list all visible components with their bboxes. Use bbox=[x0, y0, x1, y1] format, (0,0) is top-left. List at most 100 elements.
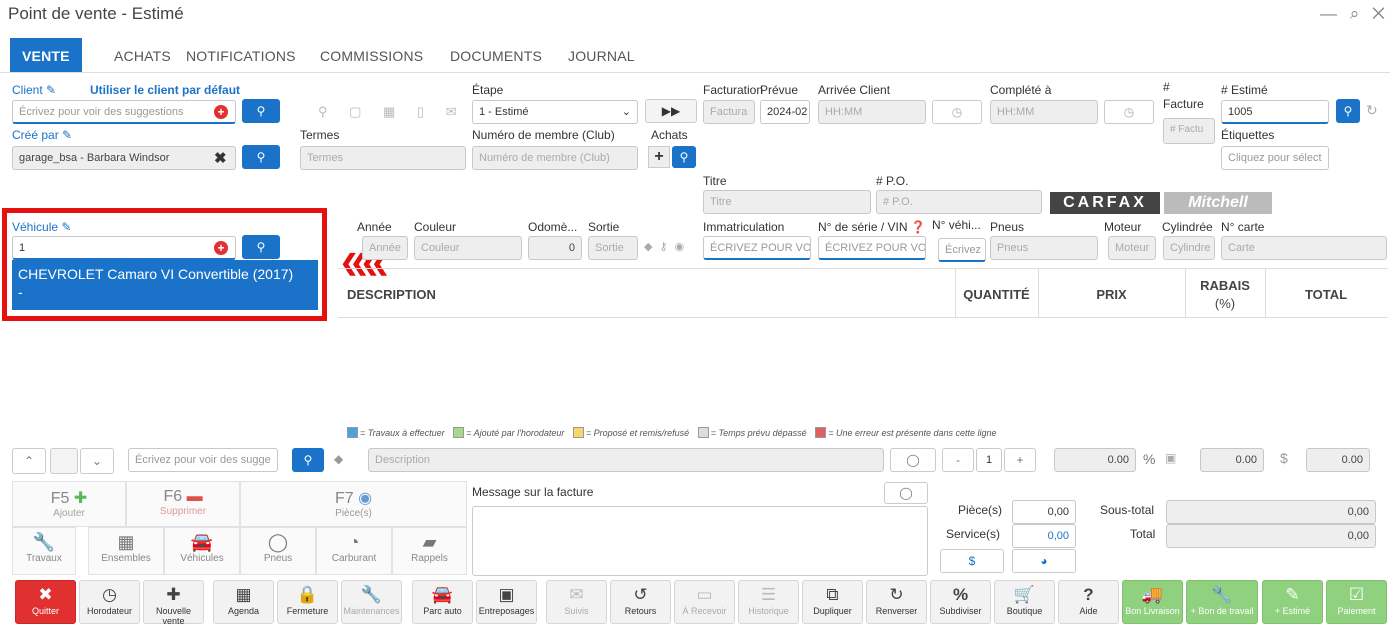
time-clock-button[interactable]: ◷ Horodateur bbox=[79, 580, 140, 624]
tags-select[interactable]: Cliquez pour sélect bbox=[1221, 146, 1329, 170]
odometer-input[interactable]: 0 bbox=[528, 236, 582, 260]
qty-minus-button[interactable]: - bbox=[942, 448, 974, 472]
arrival-clock-button[interactable]: ◷ bbox=[932, 100, 982, 124]
carfax-logo[interactable]: CARFAX bbox=[1050, 192, 1160, 214]
price-input[interactable]: 0.00 bbox=[1054, 448, 1136, 472]
line-search-input[interactable]: Écrivez pour voir des sugge bbox=[128, 448, 278, 472]
quit-button[interactable]: ✖ Quitter bbox=[15, 580, 76, 624]
completed-time-input[interactable]: HH:MM bbox=[990, 100, 1098, 124]
client-label[interactable]: Client ✎ bbox=[12, 83, 56, 97]
add-client-icon[interactable]: + bbox=[214, 105, 228, 119]
edit-icon[interactable]: ✎ bbox=[62, 128, 72, 142]
tab-documents[interactable]: DOCUMENTS bbox=[450, 38, 542, 72]
exit-input[interactable]: Sortie bbox=[588, 236, 638, 260]
split-button[interactable]: % Subdiviser bbox=[930, 580, 991, 624]
tab-vente[interactable]: VENTE bbox=[10, 38, 82, 72]
calendar-button[interactable]: ▦ Agenda bbox=[213, 580, 274, 624]
qty-input[interactable]: 1 bbox=[976, 448, 1002, 472]
col-discount[interactable]: RABAIS (%) bbox=[1185, 277, 1265, 313]
purchase-search-button[interactable]: ⚲ bbox=[672, 146, 696, 168]
work-button[interactable]: 🔧 Travaux bbox=[12, 527, 76, 575]
add-purchase-button[interactable]: + bbox=[648, 146, 670, 168]
mitchell-logo[interactable]: Mitchell bbox=[1164, 192, 1272, 214]
new-sale-button[interactable]: ✚ Nouvelle vente bbox=[143, 580, 204, 626]
money-icon[interactable]: ▣ bbox=[1165, 451, 1176, 465]
comment-button[interactable]: ◯ bbox=[890, 448, 936, 472]
fleet-button[interactable]: 🚘 Parc auto bbox=[412, 580, 473, 624]
color-input[interactable]: Couleur bbox=[414, 236, 522, 260]
tab-notifications[interactable]: NOTIFICATIONS bbox=[186, 38, 296, 72]
fuel-button[interactable]: ◔ Carburant bbox=[316, 527, 392, 575]
col-description[interactable]: DESCRIPTION bbox=[347, 287, 436, 302]
col-price[interactable]: PRIX bbox=[1038, 287, 1185, 302]
line-total-input[interactable]: 0.00 bbox=[1306, 448, 1370, 472]
storage-button[interactable]: ▣ Entreposages bbox=[476, 580, 537, 624]
estimate-search-button[interactable]: ⚲ bbox=[1336, 99, 1360, 123]
plate-input[interactable]: ÉCRIVEZ POUR VO bbox=[703, 236, 811, 260]
billing-input[interactable]: Factura bbox=[703, 100, 755, 124]
vin-input[interactable]: ÉCRIVEZ POUR VO bbox=[818, 236, 926, 260]
f7-parts-button[interactable]: F7 ◉ Pièce(s) bbox=[240, 481, 467, 527]
vehicles-button[interactable]: 🚘 Véhicules bbox=[164, 527, 240, 575]
created-by-search-button[interactable]: ⚲ bbox=[242, 145, 280, 169]
tag-icon[interactable]: ◆ bbox=[334, 452, 343, 466]
help-icon[interactable]: ❓ bbox=[911, 220, 926, 234]
tag-key-eye-icons[interactable]: ◆ ⚷ ◉ bbox=[644, 240, 686, 253]
card-input[interactable]: Carte bbox=[1221, 236, 1387, 260]
help-button[interactable]: ? Aide bbox=[1058, 580, 1119, 624]
tires-button[interactable]: ◯ Pneus bbox=[240, 527, 316, 575]
vehicle-number-input[interactable]: Écrivez bbox=[938, 238, 986, 262]
recalls-button[interactable]: ▰ Rappels bbox=[392, 527, 467, 575]
work-order-button[interactable]: 🔧 + Bon de travail bbox=[1186, 580, 1258, 624]
line-search-button[interactable]: ⚲ bbox=[292, 448, 324, 472]
qty-plus-button[interactable]: + bbox=[1004, 448, 1036, 472]
move-up-button[interactable]: ⌃ bbox=[12, 448, 46, 474]
move-down-button[interactable]: ⌄ bbox=[80, 448, 114, 474]
percent-icon[interactable]: % bbox=[1143, 451, 1155, 467]
follow-up-button[interactable]: ✉ Suivis bbox=[546, 580, 607, 624]
closing-button[interactable]: 🔒 Fermeture bbox=[277, 580, 338, 624]
discount-input[interactable]: 0.00 bbox=[1200, 448, 1264, 472]
tab-achats[interactable]: ACHATS bbox=[114, 38, 171, 72]
client-search-button[interactable]: ⚲ bbox=[242, 99, 280, 123]
reverse-button[interactable]: ↻ Renverser bbox=[866, 580, 927, 624]
estimate-button[interactable]: ✎ + Estimé bbox=[1262, 580, 1323, 624]
client-tools-icons[interactable]: ⚲ ▢ ▦ ▯ ✉ bbox=[318, 104, 466, 120]
col-total[interactable]: TOTAL bbox=[1265, 287, 1387, 302]
shop-button[interactable]: 🛒 Boutique bbox=[994, 580, 1055, 624]
dollar-icon[interactable]: $ bbox=[1280, 450, 1288, 466]
tab-journal[interactable]: JOURNAL bbox=[568, 38, 635, 72]
completed-clock-button[interactable]: ◷ bbox=[1104, 100, 1154, 124]
clear-icon[interactable]: ✖ bbox=[214, 149, 227, 167]
arrival-time-input[interactable]: HH:MM bbox=[818, 100, 926, 124]
stage-select[interactable]: 1 - Estimé ⌄ bbox=[472, 100, 638, 124]
duplicate-button[interactable]: ⧉ Dupliquer bbox=[802, 580, 863, 624]
refresh-icon[interactable]: ↻ bbox=[1366, 102, 1378, 119]
invoice-message-textarea[interactable] bbox=[472, 506, 928, 576]
invoice-number-input[interactable]: # Factu bbox=[1163, 118, 1215, 144]
sets-button[interactable]: ▦ Ensembles bbox=[88, 527, 164, 575]
member-input[interactable]: Numéro de membre (Club) bbox=[472, 146, 638, 170]
engine-input[interactable]: Moteur bbox=[1108, 236, 1156, 260]
payment-button[interactable]: ☑ Paiement bbox=[1326, 580, 1387, 624]
next-stage-button[interactable]: ▶▶ bbox=[645, 99, 697, 123]
dollar-button[interactable]: $ bbox=[940, 549, 1004, 573]
estimate-number-input[interactable]: 1005 bbox=[1221, 100, 1329, 124]
col-quantity[interactable]: QUANTITÉ bbox=[955, 287, 1038, 302]
receivable-button[interactable]: ▭ À Recevoir bbox=[674, 580, 735, 624]
message-comment-button[interactable]: ◯ bbox=[884, 482, 928, 504]
tab-commissions[interactable]: COMMISSIONS bbox=[320, 38, 423, 72]
po-input[interactable]: # P.O. bbox=[876, 190, 1042, 214]
terms-input[interactable]: Termes bbox=[300, 146, 466, 170]
created-by-field[interactable]: garage_bsa - Barbara Windsor bbox=[12, 146, 236, 170]
title-input[interactable]: Titre bbox=[703, 190, 871, 214]
history-button[interactable]: ☰ Historique bbox=[738, 580, 799, 624]
delivery-note-button[interactable]: 🚚 Bon Livraison bbox=[1122, 580, 1183, 624]
line-description-input[interactable]: Description bbox=[368, 448, 884, 472]
chart-button[interactable]: ◕ bbox=[1012, 549, 1076, 573]
default-client-link[interactable]: Utiliser le client par défaut bbox=[90, 83, 240, 97]
f6-delete-button[interactable]: F6 ▬ Supprimer bbox=[126, 481, 240, 527]
year-input[interactable]: Année bbox=[362, 236, 408, 260]
f5-add-button[interactable]: F5 ✚ Ajouter bbox=[12, 481, 126, 527]
edit-icon[interactable]: ✎ bbox=[46, 83, 56, 97]
